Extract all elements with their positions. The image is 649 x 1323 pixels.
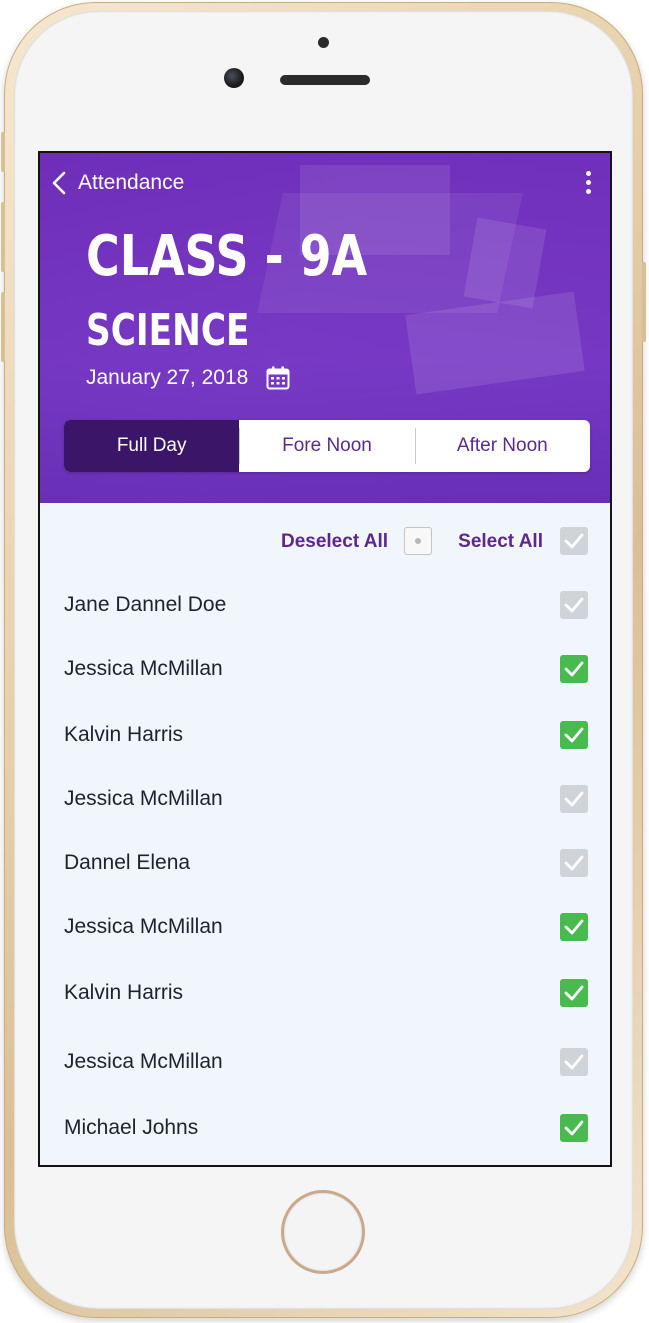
earpiece-speaker [280,75,370,85]
checkmark-icon [564,919,584,935]
more-vertical-icon[interactable] [580,171,596,199]
student-name: Kalvin Harris [64,981,184,1004]
attendance-checkbox[interactable] [560,721,588,749]
back-label: Attendance [78,171,185,194]
chevron-left-icon [52,171,66,195]
attendance-checkbox[interactable] [560,591,588,619]
student-name: Jessica McMillan [64,787,223,810]
checkmark-icon [564,597,584,613]
checkmark-icon [564,533,584,549]
attendance-checkbox[interactable] [560,785,588,813]
student-name: Jessica McMillan [64,657,223,680]
subject-title: SCIENCE [86,305,250,356]
checkmark-icon [564,727,584,743]
volume-up-button [1,202,5,272]
tab-fore-noon[interactable]: Fore Noon [239,420,414,472]
student-row[interactable]: Jane Dannel Doe [40,580,610,630]
attendance-checkbox[interactable] [560,979,588,1007]
select-all-button[interactable]: Select All [458,531,543,553]
student-name: Kalvin Harris [64,723,184,746]
checkmark-icon [564,661,584,677]
student-name: Jessica McMillan [64,1050,223,1073]
proximity-sensor [318,37,329,48]
checkmark-icon [564,985,584,1001]
session-tabs: Full Day Fore Noon After Noon [64,420,590,472]
student-row[interactable]: Jessica McMillan [40,644,610,694]
class-title: CLASS - 9A [86,224,368,289]
radio-dot-icon [415,538,421,544]
volume-down-button [1,292,5,362]
student-row[interactable]: Kalvin Harris [40,710,610,760]
student-row[interactable]: Kalvin Harris [40,968,610,1018]
attendance-checkbox[interactable] [560,913,588,941]
power-button [642,262,646,342]
home-button[interactable] [281,1190,365,1274]
checkmark-icon [564,791,584,807]
attendance-checkbox[interactable] [560,849,588,877]
attendance-checkbox[interactable] [560,1114,588,1142]
student-name: Jessica McMillan [64,915,223,938]
tab-after-noon[interactable]: After Noon [414,420,590,472]
attendance-checkbox[interactable] [560,1048,588,1076]
calendar-icon[interactable] [266,366,290,390]
date-text: January 27, 2018 [86,366,249,389]
student-row[interactable]: Jessica McMillan [40,774,610,824]
student-name: Jane Dannel Doe [64,593,227,616]
background-note [463,217,547,309]
date-row: January 27, 2018 [86,366,290,390]
student-name: Michael Johns [64,1116,199,1139]
bulk-actions: Deselect All Select All [40,525,610,561]
deselect-all-button[interactable]: Deselect All [281,531,388,553]
top-app-bar: Attendance [40,153,610,211]
checkmark-icon [564,1054,584,1070]
mute-switch [1,132,5,172]
select-all-checkbox[interactable] [560,527,588,555]
student-row[interactable]: Jessica McMillan [40,1037,610,1087]
header-banner: Attendance CLASS - 9A SCIENCE January 27… [40,153,610,503]
front-camera [224,68,244,88]
attendance-checkbox[interactable] [560,655,588,683]
student-row[interactable]: Michael Johns [40,1103,610,1153]
back-button[interactable]: Attendance [52,167,184,199]
checkmark-icon [564,1120,584,1136]
deselect-all-radio[interactable] [404,527,432,555]
student-row[interactable]: Dannel Elena [40,838,610,888]
student-row[interactable]: Jessica McMillan [40,902,610,952]
checkmark-icon [564,855,584,871]
tab-full-day[interactable]: Full Day [64,420,240,472]
student-name: Dannel Elena [64,851,191,874]
app-screen: Attendance CLASS - 9A SCIENCE January 27… [38,151,612,1167]
